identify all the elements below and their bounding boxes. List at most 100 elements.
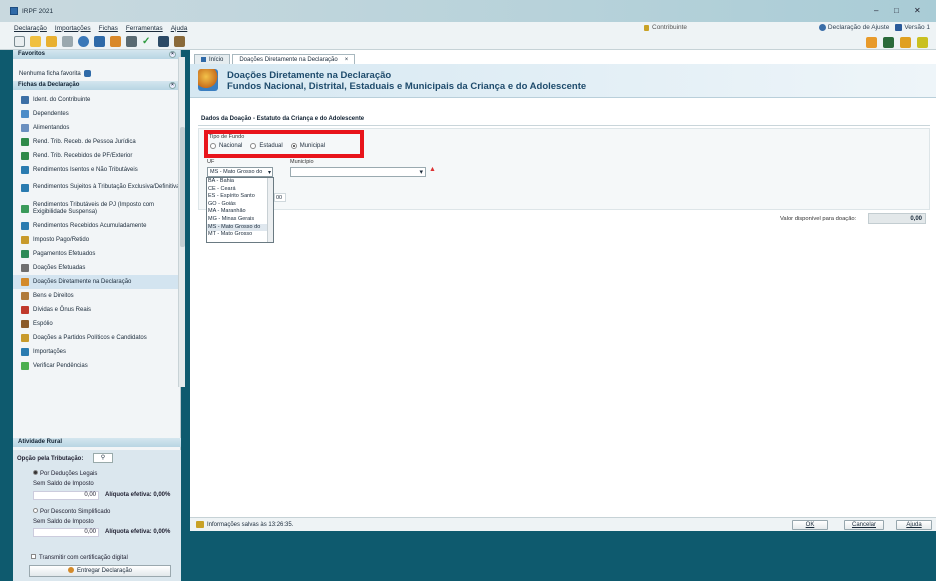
home-icon[interactable] <box>900 37 911 48</box>
entregar-button[interactable]: Entregar Declaração <box>29 565 171 577</box>
scrollbar-thumb[interactable] <box>180 127 185 247</box>
uf-option[interactable]: MG - Minas Gerais <box>207 216 273 224</box>
uf-option[interactable]: MS - Mato Grosso do <box>207 223 273 232</box>
deducoes-radio[interactable]: Por Deduções Legais <box>33 470 97 477</box>
sidebar-item[interactable]: Doações Efetuadas <box>13 261 180 275</box>
ok-button[interactable]: OK <box>792 520 828 530</box>
monitor-icon <box>895 24 903 31</box>
sidebar-item-label: Ident. do Contribuinte <box>33 96 91 103</box>
collapse-icon[interactable]: × <box>169 82 176 89</box>
municipio-select[interactable]: ▾ <box>290 167 426 177</box>
irpf-badge-icon[interactable] <box>866 37 877 48</box>
ficha-icon <box>21 250 29 258</box>
donation-icon <box>198 69 218 91</box>
collapse-icon[interactable]: × <box>169 51 176 58</box>
uf-select[interactable]: MS - Mato Grosso do ▾ <box>207 167 273 177</box>
ficha-icon <box>21 306 29 314</box>
versao-link[interactable]: Versão 1 <box>895 24 930 31</box>
sidebar-item[interactable]: Verificar Pendências <box>13 359 180 373</box>
tab-inicio[interactable]: Início <box>194 54 231 64</box>
sidebar-item[interactable]: Espólio <box>13 317 180 331</box>
status-bar: Informações salvas às 13:26:35. OK Cance… <box>190 517 936 531</box>
info-icon[interactable] <box>83 70 91 77</box>
uf-option[interactable]: GO - Goiás <box>207 201 273 209</box>
receita-icon[interactable] <box>158 36 169 47</box>
fichas-header[interactable]: Fichas da Declaração × <box>13 81 180 90</box>
uf-label: UF <box>207 159 215 165</box>
ficha-icon <box>21 292 29 300</box>
help-button[interactable]: Ajuda <box>896 520 932 530</box>
import-icon[interactable] <box>78 36 89 47</box>
uf-dropdown-list[interactable]: BA - Bahia CE - Ceará ES - Espírito Santo G… <box>206 177 274 243</box>
declaracao-ajuste-link[interactable]: Declaração de Ajuste <box>818 24 889 31</box>
sidebar-item[interactable]: Doações Diretamente na Declaração <box>13 275 180 289</box>
sidebar-item[interactable]: Dívidas e Ônus Reais <box>13 303 180 317</box>
page-header: Doações Diretamente na Declaração Fundos… <box>190 64 936 98</box>
certificado-checkbox[interactable]: Transmitir com certificação digital <box>31 554 128 561</box>
menu-importacoes[interactable]: Importações <box>55 25 91 32</box>
ficha-icon <box>21 124 29 132</box>
folder-icon[interactable] <box>46 36 57 47</box>
contribuinte-indicator: Contribuinte <box>644 24 687 31</box>
ficha-icon <box>21 236 29 244</box>
print-icon[interactable] <box>126 36 137 47</box>
dropdown-scrollbar[interactable] <box>267 178 273 242</box>
sidebar-item-label: Rendimentos Sujeitos à Tributação Exclus… <box>33 184 180 190</box>
warning-icon: ▲ <box>429 166 436 173</box>
menu-ferramentas[interactable]: Ferramentas <box>126 25 163 32</box>
chevron-down-icon[interactable]: ▾ <box>268 169 271 177</box>
sidebar-item-label: Pagamentos Efetuados <box>33 250 96 257</box>
open-folder-icon[interactable] <box>30 36 41 47</box>
minimize-button[interactable]: – <box>874 6 878 15</box>
uf-option[interactable]: MT - Mato Grosso <box>207 231 273 239</box>
book-icon[interactable] <box>174 36 185 47</box>
new-file-icon[interactable] <box>14 36 25 47</box>
cancel-button[interactable]: Cancelar <box>844 520 884 530</box>
calculator-icon[interactable] <box>110 36 121 47</box>
menu-declaracao[interactable]: Declaração <box>14 25 47 32</box>
menu-fichas[interactable]: Fichas <box>99 25 118 32</box>
valor-field[interactable]: 00 <box>274 193 286 202</box>
sidebar-item[interactable]: Importações <box>13 345 180 359</box>
uf-option[interactable]: ES - Espírito Santo <box>207 193 273 201</box>
ficha-icon <box>21 166 29 174</box>
uf-option[interactable]: BA - Bahia <box>207 178 273 186</box>
sidebar-item[interactable]: Bens e Direitos <box>13 289 180 303</box>
sidebar-item[interactable]: Rendimentos Tributáveis de PJ (Imposto c… <box>13 198 180 219</box>
check-icon[interactable]: ✓ <box>142 36 153 47</box>
chat-icon[interactable] <box>883 37 894 48</box>
trash-icon[interactable] <box>62 36 73 47</box>
sidebar-scrollbar[interactable] <box>178 57 185 387</box>
sidebar-item[interactable]: Rend. Trib. Recebidos de PF/Exterior <box>13 149 180 163</box>
ficha-icon <box>21 110 29 118</box>
export-icon[interactable] <box>94 36 105 47</box>
tab-doacoes[interactable]: Doações Diretamente na Declaração × <box>232 54 356 65</box>
sidebar-item[interactable]: Alimentandos <box>13 121 180 135</box>
sidebar-item[interactable]: Imposto Pago/Retido <box>13 233 180 247</box>
sidebar-item[interactable]: Rendimentos Recebidos Acumuladamente <box>13 219 180 233</box>
simplificado-radio[interactable]: Por Desconto Simplificado <box>33 508 110 515</box>
fichas-list: Ident. do Contribuinte Dependentes Aliment… <box>13 90 180 373</box>
search-button[interactable]: ⚲ <box>93 453 113 463</box>
sidebar-item[interactable]: Ident. do Contribuinte <box>13 93 180 107</box>
maximize-button[interactable]: □ <box>894 6 899 15</box>
sidebar-item[interactable]: Rend. Trib. Receb. de Pessoa Jurídica <box>13 135 180 149</box>
help-star-icon[interactable] <box>917 37 928 48</box>
saved-check-icon <box>196 521 204 528</box>
send-icon <box>67 567 74 574</box>
sidebar-item[interactable]: Rendimentos Sujeitos à Tributação Exclus… <box>13 177 180 198</box>
uf-option[interactable]: MA - Maranhão <box>207 208 273 216</box>
menu-ajuda[interactable]: Ajuda <box>171 25 188 32</box>
close-tab-icon[interactable]: × <box>345 55 349 65</box>
chevron-down-icon[interactable]: ▾ <box>419 168 423 176</box>
close-button[interactable]: ✕ <box>914 6 921 15</box>
sidebar-item[interactable]: Dependentes <box>13 107 180 121</box>
sidebar-item[interactable]: Pagamentos Efetuados <box>13 247 180 261</box>
sidebar-item[interactable]: Rendimentos Isentos e Não Tributáveis <box>13 163 180 177</box>
favoritos-header[interactable]: Favoritos × <box>13 50 180 59</box>
sidebar-item[interactable]: Doações a Partidos Políticos e Candidato… <box>13 331 180 345</box>
valor-simplificado: 0,00 <box>33 528 99 537</box>
sidebar-item-label: Rend. Trib. Receb. de Pessoa Jurídica <box>33 138 136 145</box>
uf-option[interactable]: CE - Ceará <box>207 186 273 194</box>
atividade-rural-header[interactable]: Atividade Rural <box>13 438 181 447</box>
